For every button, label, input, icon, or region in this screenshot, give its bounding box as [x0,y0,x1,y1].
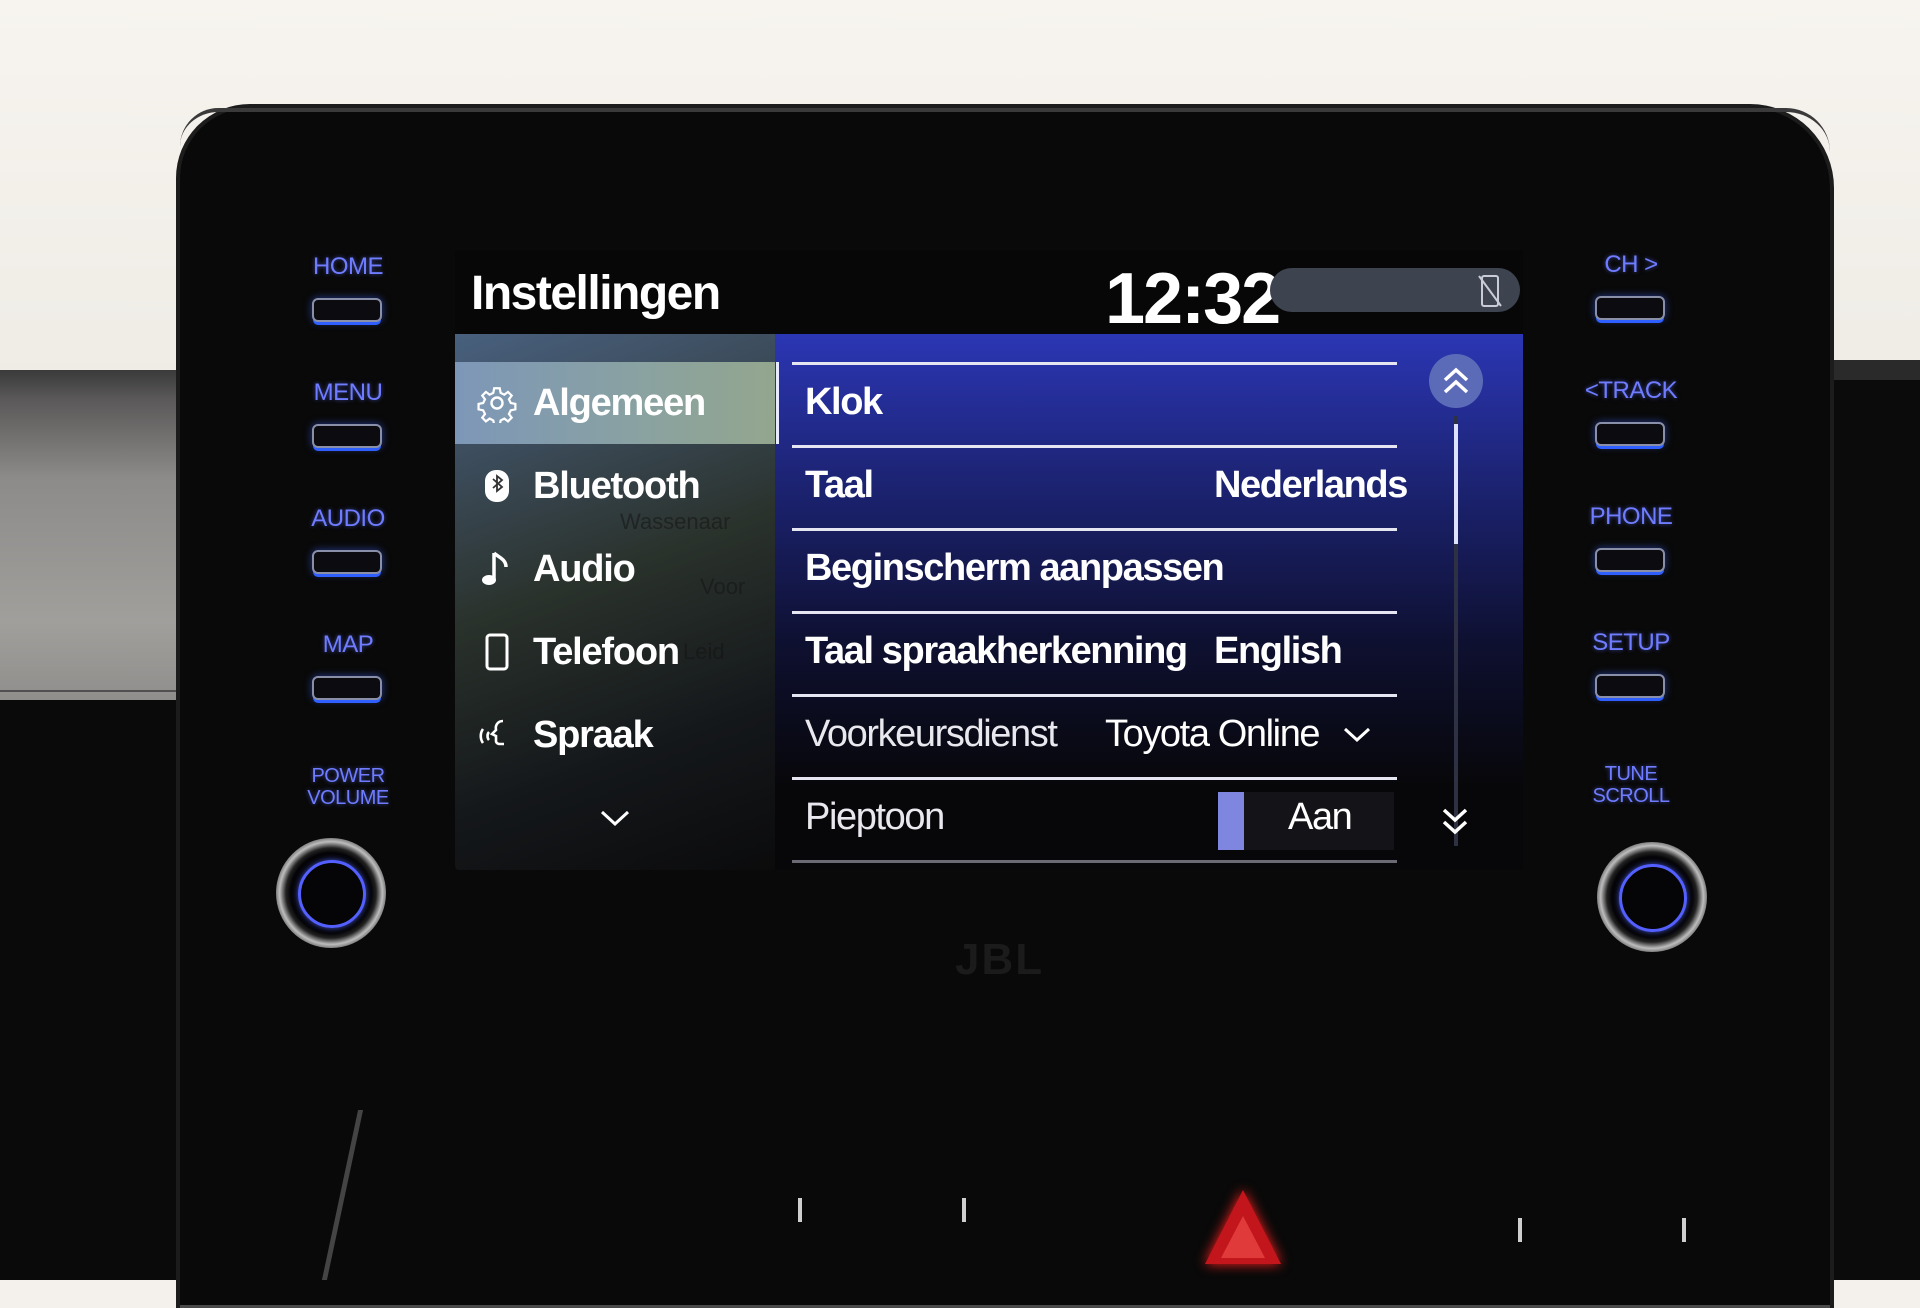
phone-key-label: PHONE [1589,503,1673,530]
scroll-label: SCROLL [1592,785,1670,807]
settings-row-pieptoon[interactable]: Pieptoon Aan [792,780,1397,860]
scrollbar-thumb[interactable] [1454,424,1458,544]
sidebar-item-label: Algemeen [533,381,706,424]
map-key-label: MAP [322,631,374,658]
settings-category-menu: Wassenaar Voor Leid Algemeen Bluetooth A… [455,334,779,870]
channel-next-key[interactable] [1595,296,1665,320]
track-prev-key[interactable] [1595,422,1665,446]
power-volume-knob[interactable] [276,838,386,948]
bezel-top-edge [180,108,1830,152]
dashboard-stitching [0,690,190,752]
gear-icon [475,381,519,425]
divider [792,860,1397,863]
menu-key-label: MENU [313,379,383,406]
chevron-down-icon[interactable] [1342,725,1372,745]
map-key[interactable] [312,676,382,700]
scroll-up-button[interactable] [1429,354,1483,408]
row-label: Pieptoon [805,796,945,838]
air-vent-left[interactable] [798,1198,966,1222]
dashboard-right-panel [1820,360,1920,1280]
scroll-down-button[interactable] [1435,799,1475,845]
phone-disconnected-icon [1478,275,1502,307]
sidebar-item-label: Bluetooth [533,464,701,507]
tune-scroll-label: TUNE SCROLL [1571,763,1691,807]
power-label: POWER [311,765,385,787]
knob-light-ring [1619,864,1687,932]
sidebar-item-telefoon[interactable]: Telefoon [455,611,775,693]
row-label: Voorkeursdienst [805,713,1058,755]
settings-row-taal-spraakherkenning[interactable]: Taal spraakherkenning English [792,614,1397,694]
music-note-icon [475,547,519,591]
dashboard-right-edge [1820,360,1920,380]
touchscreen: Instellingen 12:32 Wassenaar Voor Leid A… [455,250,1523,870]
home-key-label: HOME [313,253,384,280]
track-key-label: <TRACK [1584,377,1678,404]
row-label: Taal [805,464,874,506]
power-volume-label: POWER VOLUME [288,765,408,809]
sidebar-item-bluetooth[interactable]: Bluetooth [455,445,775,527]
sidebar-item-label: Telefoon [533,630,680,673]
settings-row-beginscherm[interactable]: Beginscherm aanpassen [792,531,1397,611]
settings-row-voorkeursdienst[interactable]: Voorkeursdienst Toyota Online [792,697,1397,777]
sidebar-item-label: Spraak [533,713,654,756]
volume-label: VOLUME [307,787,389,809]
toggle-state: Aan [1288,796,1353,838]
row-label: Klok [805,381,883,423]
row-value: Nederlands [1214,464,1408,506]
settings-row-klok[interactable]: Klok [792,365,1397,445]
audio-key[interactable] [312,550,382,574]
bluetooth-icon [475,464,519,508]
toggle-indicator[interactable] [1218,792,1244,850]
menu-key[interactable] [312,424,382,448]
sidebar-item-audio[interactable]: Audio [455,528,775,610]
audio-key-label: AUDIO [311,505,385,532]
page-title: Instellingen [471,267,721,320]
home-key[interactable] [312,298,382,322]
settings-content: Wassenaar Voor Leid Algemeen Bluetooth A… [455,334,1523,870]
row-value: English [1214,630,1343,672]
sidebar-item-algemeen[interactable]: Algemeen [455,362,779,444]
double-chevron-up-icon [1443,367,1469,394]
tune-label: TUNE [1604,763,1658,785]
voice-icon [475,713,519,757]
setup-key-label: SETUP [1592,629,1670,656]
hazard-inner-triangle [1221,1216,1265,1258]
jbl-logo: JBL [955,935,1045,984]
settings-row-taal[interactable]: Taal Nederlands [792,448,1408,528]
header-bar: Instellingen 12:32 [455,250,1523,339]
sidebar-item-label: Audio [533,547,636,590]
setup-key[interactable] [1595,674,1665,698]
row-label: Taal spraakherkenning [805,630,1188,672]
air-vent-right[interactable] [1518,1218,1686,1242]
clock: 12:32 [1105,259,1281,339]
row-label: Beginscherm aanpassen [805,547,1225,589]
phone-key[interactable] [1595,548,1665,572]
ch-key-label: CH > [1604,251,1658,278]
double-chevron-down-icon [1442,808,1468,835]
phone-icon [475,630,519,674]
sidebar-item-spraak[interactable]: Spraak [455,694,775,776]
status-bar[interactable] [1270,268,1520,312]
row-value: Toyota Online [1105,713,1321,755]
tune-scroll-knob[interactable] [1597,842,1707,952]
chevron-down-icon[interactable] [598,806,632,830]
knob-light-ring [298,860,366,928]
